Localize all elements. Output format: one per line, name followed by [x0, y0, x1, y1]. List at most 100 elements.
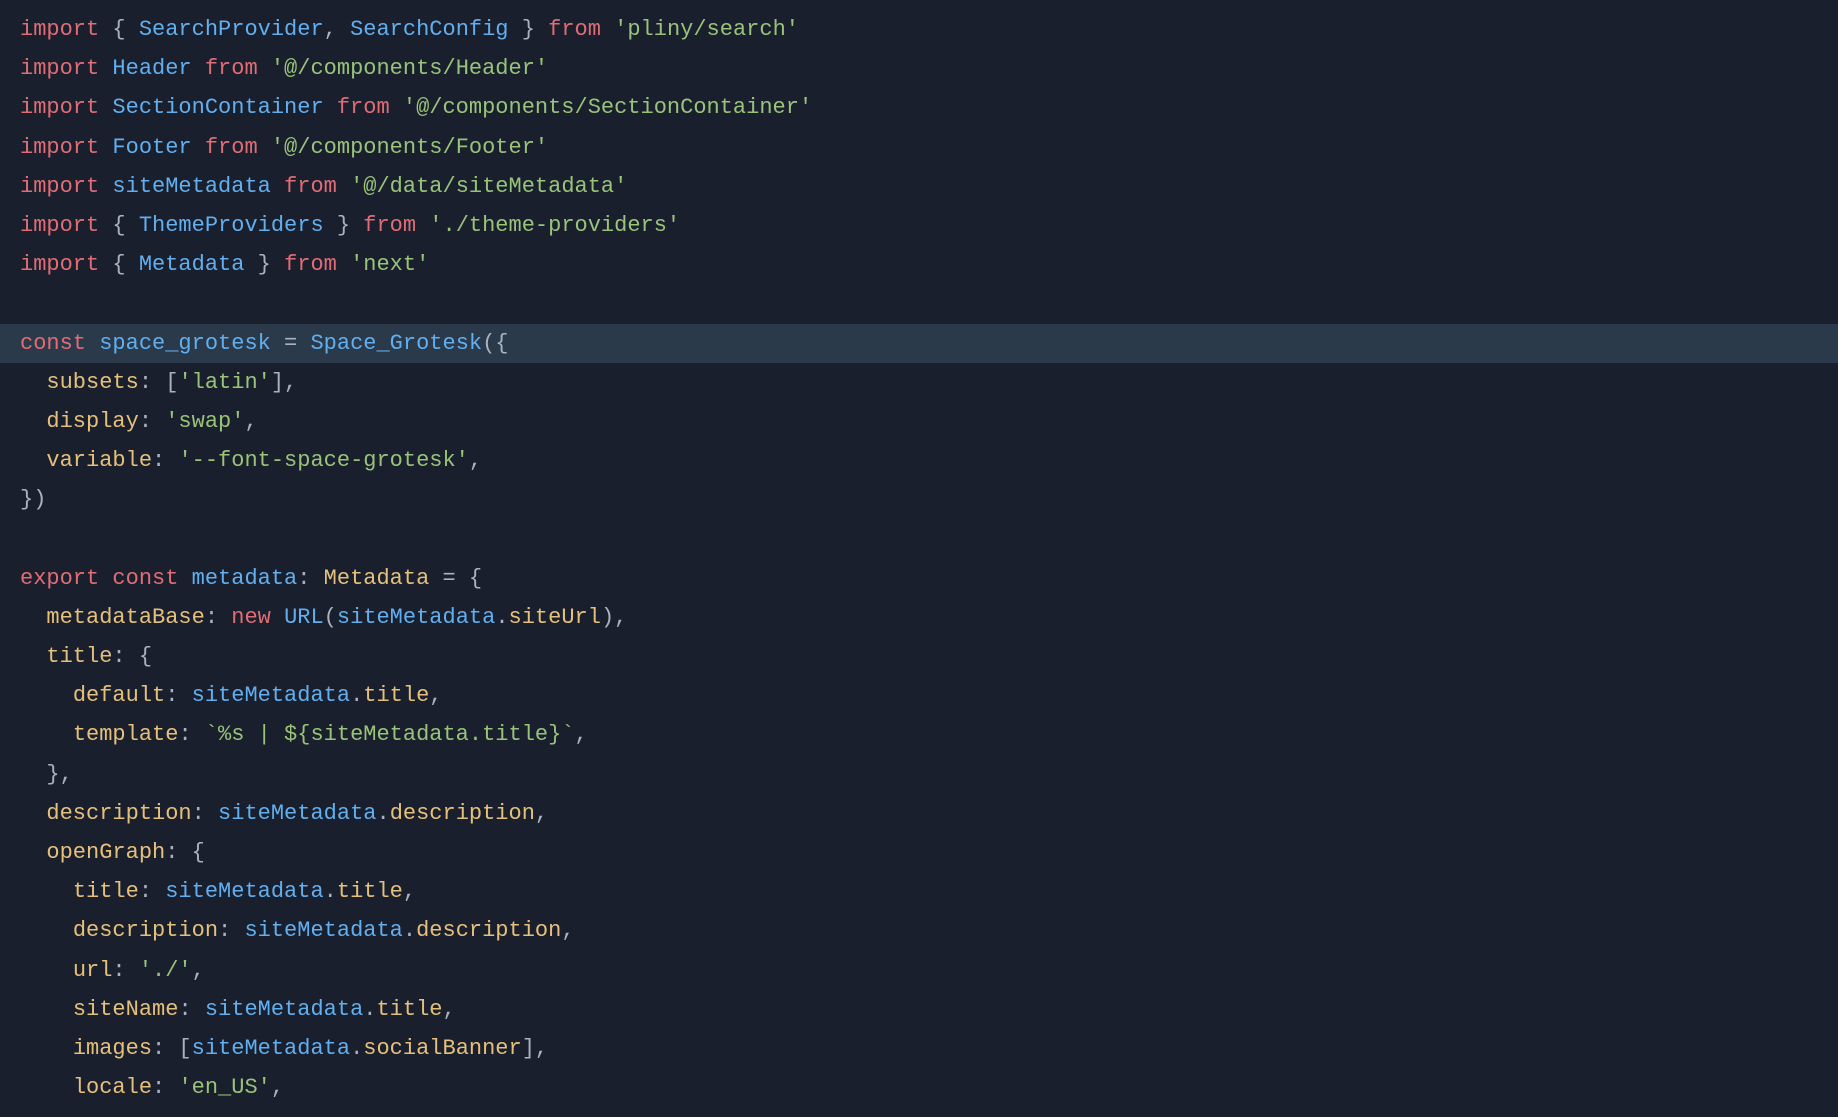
code-line-19: template: `%s | ${siteMetadata.title}`, [0, 715, 1838, 754]
token-default-text: , [244, 409, 257, 434]
token-kw-import: import [20, 135, 99, 160]
code-line-26: siteName: siteMetadata.title, [0, 990, 1838, 1029]
token-type-name: Metadata [324, 566, 430, 591]
token-default-text: , [403, 879, 416, 904]
code-line-24: description: siteMetadata.description, [0, 911, 1838, 950]
token-default-text [99, 95, 112, 120]
token-default-text: , [561, 918, 574, 943]
token-prop: template [73, 722, 179, 747]
token-default-text [99, 135, 112, 160]
token-default-text: : [165, 683, 191, 708]
token-string: './theme-providers' [429, 213, 680, 238]
token-kw-import: import [20, 174, 99, 199]
code-line-8 [0, 284, 1838, 323]
token-default-text [86, 331, 99, 356]
token-fn-name: siteMetadata [112, 174, 270, 199]
token-default-text: : { [165, 840, 205, 865]
token-prop: description [46, 801, 191, 826]
code-editor: import { SearchProvider, SearchConfig } … [0, 0, 1838, 1117]
token-default-text [20, 722, 73, 747]
token-default-text: : [205, 605, 231, 630]
code-line-2: import Header from '@/components/Header' [0, 49, 1838, 88]
token-val-blue: siteMetadata [218, 801, 376, 826]
token-kw-import: import [20, 17, 99, 42]
token-string: 'en_US' [178, 1075, 270, 1100]
token-default-text: : { [112, 644, 152, 669]
code-line-13: }) [0, 480, 1838, 519]
token-prop: siteUrl [509, 605, 601, 630]
token-default-text [20, 958, 73, 983]
token-fn-name: SearchConfig [350, 17, 508, 42]
token-default-text: , [575, 722, 588, 747]
token-prop: display [46, 409, 138, 434]
code-line-10: subsets: ['latin'], [0, 363, 1838, 402]
code-line-14 [0, 519, 1838, 558]
token-string: 'pliny/search' [614, 17, 799, 42]
token-string: `%s | ${siteMetadata.title}` [205, 722, 575, 747]
token-default-text [337, 252, 350, 277]
token-kw-from: from [284, 252, 337, 277]
token-default-text [601, 17, 614, 42]
token-prop: url [73, 958, 113, 983]
token-fn-name: ThemeProviders [139, 213, 324, 238]
token-val-blue: siteMetadata [205, 997, 363, 1022]
code-line-20: }, [0, 755, 1838, 794]
token-kw-const: const [112, 566, 178, 591]
token-prop: title [46, 644, 112, 669]
token-prop: siteName [73, 997, 179, 1022]
token-val-blue: siteMetadata [192, 683, 350, 708]
code-line-4: import Footer from '@/components/Footer' [0, 128, 1838, 167]
token-default-text [20, 1036, 73, 1061]
token-default-text [258, 56, 271, 81]
token-default-text: } [509, 17, 549, 42]
code-line-21: description: siteMetadata.description, [0, 794, 1838, 833]
token-string: './' [139, 958, 192, 983]
token-default-text: ], [522, 1036, 548, 1061]
token-default-text: , [443, 997, 456, 1022]
token-default-text [192, 56, 205, 81]
code-line-22: openGraph: { [0, 833, 1838, 872]
token-prop: openGraph [46, 840, 165, 865]
token-default-text: . [376, 801, 389, 826]
token-prop: subsets [46, 370, 138, 395]
token-default-text: : [178, 997, 204, 1022]
token-prop: title [363, 683, 429, 708]
code-line-25: url: './', [0, 951, 1838, 990]
token-default-text: . [350, 683, 363, 708]
token-fn-name: Header [112, 56, 191, 81]
token-prop: default [73, 683, 165, 708]
token-default-text [271, 174, 284, 199]
token-default-text: : [192, 801, 218, 826]
token-kw-import: import [20, 213, 99, 238]
token-string: 'swap' [165, 409, 244, 434]
code-line-12: variable: '--font-space-grotesk', [0, 441, 1838, 480]
token-default-text: } [244, 252, 284, 277]
code-line-17: title: { [0, 637, 1838, 676]
token-default-text: : [152, 1075, 178, 1100]
token-default-text [271, 605, 284, 630]
token-fn-name: SectionContainer [112, 95, 323, 120]
token-prop: socialBanner [363, 1036, 521, 1061]
token-default-text [20, 683, 73, 708]
token-default-text [20, 997, 73, 1022]
code-line-27: images: [siteMetadata.socialBanner], [0, 1029, 1838, 1068]
token-default-text [416, 213, 429, 238]
token-prop: title [337, 879, 403, 904]
token-default-text: , [469, 448, 482, 473]
token-default-text [258, 135, 271, 160]
code-line-28: locale: 'en_US', [0, 1068, 1838, 1107]
token-prop: variable [46, 448, 152, 473]
token-default-text: }) [20, 487, 46, 512]
token-default-text: . [363, 997, 376, 1022]
token-kw-from: from [205, 56, 258, 81]
token-prop: description [416, 918, 561, 943]
token-default-text [178, 566, 191, 591]
token-kw-export: export [20, 566, 99, 591]
token-default-text: : [139, 409, 165, 434]
token-val-blue: siteMetadata [165, 879, 323, 904]
token-default-text [20, 644, 46, 669]
token-kw-new: new [231, 605, 271, 630]
code-line-5: import siteMetadata from '@/data/siteMet… [0, 167, 1838, 206]
token-default-text [99, 566, 112, 591]
token-kw-from: from [363, 213, 416, 238]
